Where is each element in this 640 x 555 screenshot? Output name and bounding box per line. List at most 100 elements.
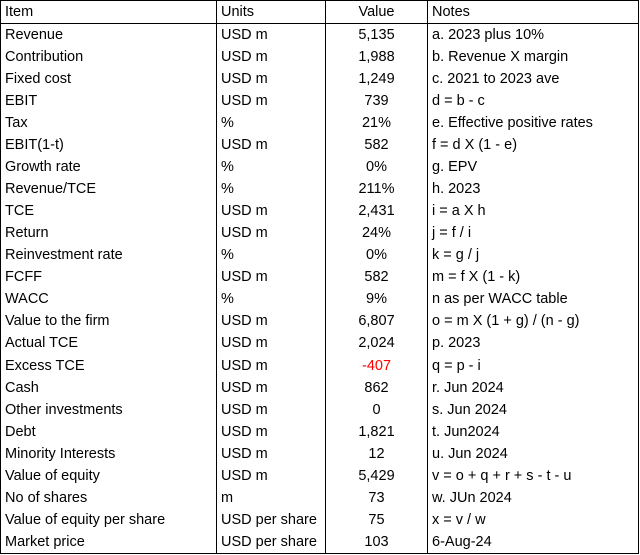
cell-notes: e. Effective positive rates xyxy=(432,115,593,132)
table-row: EBIT USD m 739 d = b - c xyxy=(0,90,639,113)
cell-item: Debt xyxy=(0,420,217,443)
cell-notes: j = f / i xyxy=(432,225,472,242)
cell-units: USD m xyxy=(216,68,326,91)
table-row: No of shares m 73 w. JUn 2024 xyxy=(0,486,639,509)
cell-units: USD m xyxy=(216,134,326,157)
cell-units: USD m xyxy=(216,23,326,47)
cell-notes: i = a X h xyxy=(432,203,486,220)
cell-units: % xyxy=(216,112,326,135)
cell-item: WACC xyxy=(0,288,217,311)
cell-value: 2,431 xyxy=(325,200,428,223)
cell-units: % xyxy=(216,178,326,201)
cell-notes: q = p - i xyxy=(432,357,481,374)
cell-value: 9% xyxy=(325,288,428,311)
table-row: Fixed cost USD m 1,249 c. 2021 to 2023 ave xyxy=(0,68,639,91)
table-row: Return USD m 24% j = f / i xyxy=(0,222,639,245)
cell-value: 21% xyxy=(325,112,428,135)
cell-notes: b. Revenue X margin xyxy=(432,49,569,66)
cell-item: EBIT(1-t) xyxy=(0,134,217,157)
cell-value: 73 xyxy=(325,486,428,509)
table-row: Market price USD per share 103 6-Aug-24 xyxy=(0,530,639,554)
cell-item: Value of equity xyxy=(0,464,217,487)
cell-units: USD m xyxy=(216,420,326,443)
valuation-table: Item Units Value Notes Revenue USD m 5,135… xyxy=(0,0,639,554)
table-row: Value to the firm USD m 6,807 o = m X (1 + … xyxy=(0,310,639,333)
cell-value: 739 xyxy=(325,90,428,113)
cell-value: 0% xyxy=(325,244,428,267)
cell-item: Market price xyxy=(0,530,217,554)
cell-item: Other investments xyxy=(0,398,217,421)
cell-notes: n as per WACC table xyxy=(432,291,568,308)
cell-units: USD m xyxy=(216,200,326,223)
cell-units: USD m xyxy=(216,222,326,245)
cell-notes: c. 2021 to 2023 ave xyxy=(432,71,560,88)
table-row: Value of equity USD m 5,429 v = o + q + r +… xyxy=(0,464,639,487)
cell-value: 0% xyxy=(325,156,428,179)
cell-notes: m = f X (1 - k) xyxy=(432,269,521,286)
cell-units: USD m xyxy=(216,90,326,113)
cell-units: USD m xyxy=(216,354,326,377)
table-row: Debt USD m 1,821 t. Jun2024 xyxy=(0,420,639,443)
cell-item: TCE xyxy=(0,200,217,223)
cell-notes: h. 2023 xyxy=(432,181,481,198)
table-row: Value of equity per share USD per share 75… xyxy=(0,508,639,531)
cell-item: Reinvestment rate xyxy=(0,244,217,267)
cell-item: EBIT xyxy=(0,90,217,113)
cell-value: 0 xyxy=(325,398,428,421)
cell-item: Value of equity per share xyxy=(0,508,217,531)
cell-value: 211% xyxy=(325,178,428,201)
cell-item: Excess TCE xyxy=(0,354,217,377)
table-row: Actual TCE USD m 2,024 p. 2023 xyxy=(0,332,639,355)
cell-value: 1,249 xyxy=(325,68,428,91)
cell-notes: k = g / j xyxy=(432,247,480,264)
cell-item: Growth rate xyxy=(0,156,217,179)
cell-units: USD m xyxy=(216,464,326,487)
cell-value: -407 xyxy=(325,354,428,377)
cell-value: 5,429 xyxy=(325,464,428,487)
table-row: Contribution USD m 1,988 b. Revenue X margi… xyxy=(0,46,639,69)
table-row: Growth rate% 0% g. EPV xyxy=(0,156,639,179)
header-item: Item xyxy=(0,0,217,25)
table-row: FCFF USD m 582 m = f X (1 - k) xyxy=(0,266,639,289)
cell-notes: v = o + q + r + s - t - u xyxy=(432,467,572,484)
cell-notes: d = b - c xyxy=(432,93,485,110)
cell-item: Minority Interests xyxy=(0,442,217,465)
cell-notes: u. Jun 2024 xyxy=(432,445,508,462)
cell-units: USD per share xyxy=(216,530,326,554)
table-row: EBIT(1-t) USD m 582 f = d X (1 - e) xyxy=(0,134,639,157)
cell-units: USD m xyxy=(216,332,326,355)
table-row: Revenue/TCE% 211% h. 2023 xyxy=(0,178,639,201)
cell-value: 2,024 xyxy=(325,332,428,355)
cell-item: Revenue/TCE xyxy=(0,178,217,201)
header-notes: Notes xyxy=(427,0,639,25)
cell-value: 582 xyxy=(325,134,428,157)
cell-item: Actual TCE xyxy=(0,332,217,355)
cell-notes: a. 2023 plus 10% xyxy=(432,27,545,44)
cell-item: Fixed cost xyxy=(0,68,217,91)
cell-notes: r. Jun 2024 xyxy=(432,379,504,396)
cell-item: Revenue xyxy=(0,23,217,47)
cell-units: USD m xyxy=(216,398,326,421)
header-value: Value xyxy=(325,0,428,25)
cell-item: FCFF xyxy=(0,266,217,289)
cell-units: USD per share xyxy=(216,508,326,531)
cell-item: Contribution xyxy=(0,46,217,69)
cell-units: % xyxy=(216,288,326,311)
cell-value: 862 xyxy=(325,376,428,399)
table-row: Minority Interests USD m 12 u. Jun 2024 xyxy=(0,442,639,465)
cell-value: 75 xyxy=(325,508,428,531)
cell-item: Return xyxy=(0,222,217,245)
cell-value: 103 xyxy=(325,530,428,554)
cell-value: 1,821 xyxy=(325,420,428,443)
cell-notes: t. Jun2024 xyxy=(432,423,500,440)
table-row: Tax% 21% e. Effective positive rates xyxy=(0,112,639,135)
cell-item: Cash xyxy=(0,376,217,399)
cell-units: % xyxy=(216,156,326,179)
cell-value: 1,988 xyxy=(325,46,428,69)
table-row: WACC% 9% n as per WACC table xyxy=(0,288,639,311)
cell-item: Tax xyxy=(0,112,217,135)
cell-notes: w. JUn 2024 xyxy=(432,489,512,506)
cell-notes: g. EPV xyxy=(432,159,478,176)
cell-item: Value to the firm xyxy=(0,310,217,333)
cell-value: 582 xyxy=(325,266,428,289)
